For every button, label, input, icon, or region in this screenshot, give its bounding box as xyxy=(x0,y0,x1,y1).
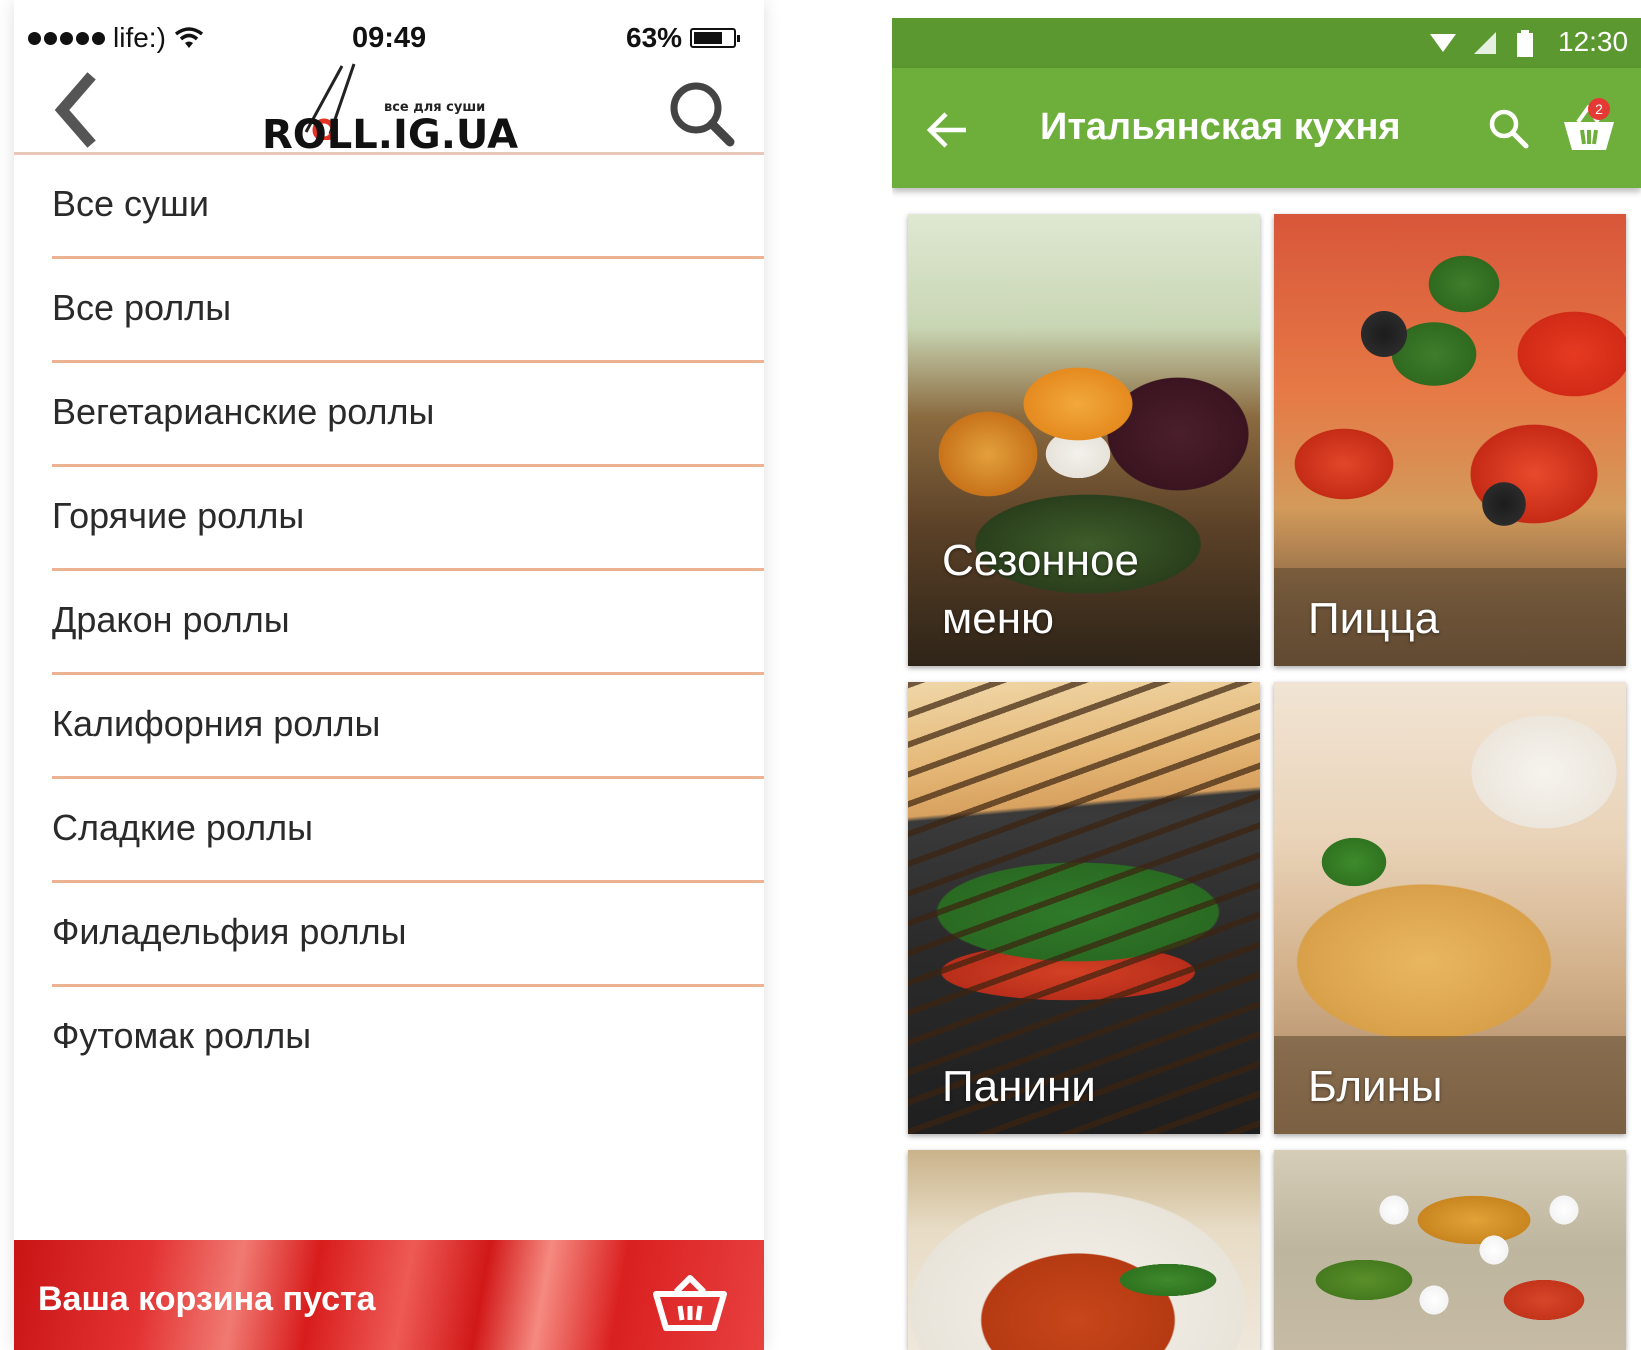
cart-bar[interactable]: Ваша корзина пуста xyxy=(14,1240,764,1350)
tile-caption: Блины xyxy=(1274,1036,1626,1134)
carrier: life:) xyxy=(28,22,204,54)
android-status-bar: 12:30 xyxy=(892,18,1641,68)
sushi-app-screen: life:) 09:49 63% все для суши ROLL.IG.UA xyxy=(14,0,764,1350)
category-item[interactable]: Все суши xyxy=(14,155,764,259)
chevron-left-icon[interactable] xyxy=(48,72,108,152)
tile-caption: Панини xyxy=(942,1062,1096,1111)
category-item[interactable]: Сладкие роллы xyxy=(14,779,764,883)
signal-icon xyxy=(1474,32,1496,54)
tile-caption xyxy=(1274,1332,1626,1350)
carrier-name: life:) xyxy=(113,22,166,53)
battery: 63% xyxy=(626,22,741,54)
logo[interactable]: все для суши ROLL.IG.UA xyxy=(262,63,532,158)
category-tile-pizza[interactable]: Пицца xyxy=(1274,214,1626,666)
category-tile-panini[interactable]: Панини xyxy=(908,682,1260,1134)
category-item[interactable]: Калифорния роллы xyxy=(14,675,764,779)
category-label: Горячие роллы xyxy=(52,495,305,536)
category-label: Калифорния роллы xyxy=(52,703,381,744)
category-list: Все суши Все роллы Вегетарианские роллы … xyxy=(14,155,764,1091)
search-icon[interactable] xyxy=(666,78,738,150)
category-tile-seasonal-menu[interactable]: Сезонное меню xyxy=(908,214,1260,666)
category-tile-soup[interactable] xyxy=(908,1150,1260,1350)
cart-count-badge: 2 xyxy=(1588,98,1610,120)
category-item[interactable]: Филадельфия роллы xyxy=(14,883,764,987)
category-item[interactable]: Все роллы xyxy=(14,259,764,363)
category-item[interactable]: Горячие роллы xyxy=(14,467,764,571)
category-label: Все суши xyxy=(52,183,210,224)
category-label: Дракон роллы xyxy=(52,599,290,640)
search-icon[interactable] xyxy=(1486,106,1530,150)
tile-caption-line: Сезонное xyxy=(942,536,1139,585)
category-label: Футомак роллы xyxy=(52,1015,312,1056)
battery-icon xyxy=(690,28,741,48)
app-header: все для суши ROLL.IG.UA xyxy=(14,63,764,158)
signal-strength-icon xyxy=(28,31,105,45)
page-title: Итальянская кухня xyxy=(1040,106,1401,148)
category-item[interactable]: Вегетарианские роллы xyxy=(14,363,764,467)
category-item[interactable]: Дракон роллы xyxy=(14,571,764,675)
wifi-icon xyxy=(174,27,203,48)
tile-caption: Пицца xyxy=(1274,568,1626,666)
category-item[interactable]: Футомак роллы xyxy=(14,987,764,1091)
status-time: 09:49 xyxy=(352,22,427,54)
battery-icon xyxy=(1517,30,1533,57)
tile-caption: Сезонное меню xyxy=(908,532,1260,666)
toolbar: Итальянская кухня 2 xyxy=(892,68,1641,188)
status-time: 12:30 xyxy=(1558,26,1629,57)
category-tile-salad[interactable] xyxy=(1274,1150,1626,1350)
arrow-left-icon[interactable] xyxy=(926,110,970,150)
category-label: Все роллы xyxy=(52,287,232,328)
tile-caption xyxy=(908,1332,1260,1350)
tile-caption-line: меню xyxy=(942,594,1055,643)
basket-icon[interactable] xyxy=(650,1266,730,1336)
battery-percent: 63% xyxy=(626,22,683,53)
category-label: Вегетарианские роллы xyxy=(52,391,435,432)
category-label: Филадельфия роллы xyxy=(52,911,407,952)
category-label: Сладкие роллы xyxy=(52,807,314,848)
cart-status-label: Ваша корзина пуста xyxy=(38,1280,376,1318)
category-tile-blini[interactable]: Блины xyxy=(1274,682,1626,1134)
wifi-icon xyxy=(1430,34,1456,52)
italian-app-screen: 12:30 Итальянская кухня 2 Сезонное меню … xyxy=(892,18,1641,1350)
